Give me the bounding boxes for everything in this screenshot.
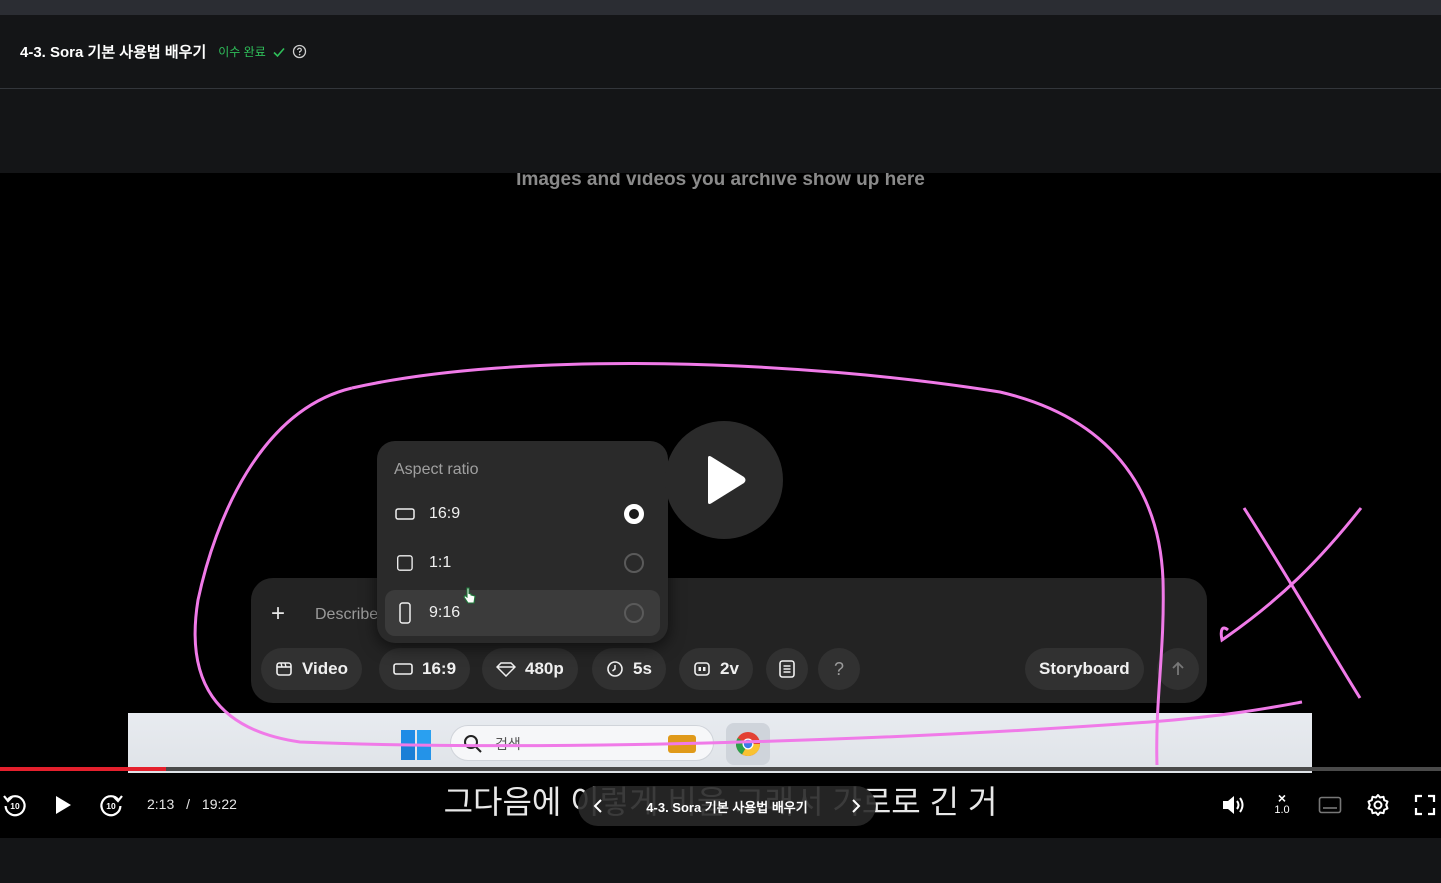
check-icon — [272, 45, 286, 59]
storyboard-button[interactable]: Storyboard — [1025, 648, 1144, 690]
portrait-icon — [399, 602, 411, 624]
briefcase-icon — [668, 735, 696, 753]
option-label: 9:16 — [429, 604, 461, 621]
player-controls-bar — [0, 838, 1441, 883]
rewind-10-button[interactable]: 10 — [2, 792, 28, 818]
option-label: 1:1 — [429, 554, 452, 571]
duration-button[interactable]: 5s — [592, 648, 666, 690]
video-frame[interactable]: Images and videos you archive show up he… — [0, 173, 1441, 838]
search-icon — [464, 735, 482, 753]
variations-label: 2v — [720, 659, 739, 678]
help-button[interactable]: ? — [818, 648, 860, 690]
submit-button[interactable] — [1157, 648, 1199, 690]
option-label: 16:9 — [429, 505, 461, 522]
speed-button[interactable]: × 1.0 — [1270, 790, 1294, 816]
rewind-label: 10 — [10, 801, 20, 811]
time-separator: / — [186, 796, 191, 812]
settings-button[interactable] — [1366, 793, 1390, 817]
radio-selected[interactable] — [624, 504, 644, 524]
help-circle-icon[interactable] — [292, 44, 307, 59]
time-readout: 2:13 / 19:22 — [147, 796, 237, 812]
forward-label: 10 — [106, 801, 116, 811]
arrow-up-icon — [1172, 661, 1184, 675]
fullscreen-button[interactable] — [1414, 794, 1436, 816]
plus-icon[interactable]: + — [271, 600, 285, 628]
play-button[interactable] — [52, 794, 74, 816]
lesson-title: 4-3. Sora 기본 사용법 배우기 — [20, 44, 207, 61]
speed-mark: × — [1277, 790, 1287, 806]
volume-button[interactable] — [1221, 793, 1247, 817]
volume-icon — [1223, 796, 1244, 814]
speed-value: 1.0 — [1274, 804, 1290, 816]
prompt-input[interactable]: Describe — [315, 606, 378, 624]
windows-taskbar: 검색 — [128, 713, 1312, 773]
subtitles-icon — [1318, 796, 1342, 814]
subtitles-button[interactable] — [1318, 795, 1342, 815]
duration-label: 5s — [633, 659, 652, 678]
chevron-right-icon[interactable] — [850, 798, 862, 814]
clock-icon — [607, 661, 623, 677]
spacer-band — [0, 90, 1441, 173]
video-type-label: Video — [302, 659, 348, 678]
fullscreen-icon — [1414, 794, 1436, 816]
aspect-ratio-label: 16:9 — [422, 659, 457, 678]
radio-unselected[interactable] — [624, 603, 644, 623]
playlist-nav-pill: 4-3. Sora 기본 사용법 배우기 — [578, 786, 876, 826]
square-icon — [397, 555, 413, 571]
variations-button[interactable]: 2v — [679, 648, 753, 690]
progress-fill — [0, 767, 166, 771]
chrome-app-icon[interactable] — [726, 723, 770, 765]
popup-title: Aspect ratio — [394, 461, 479, 478]
forward-10-button[interactable]: 10 — [98, 792, 124, 818]
radio-unselected[interactable] — [624, 553, 644, 573]
aspect-option-1-1[interactable]: 1:1 — [385, 540, 660, 586]
storyboard-label: Storyboard — [1039, 659, 1130, 678]
lesson-header: 4-3. Sora 기본 사용법 배우기 이수 완료 — [0, 15, 1441, 89]
resolution-button[interactable]: 480p — [482, 648, 578, 690]
video-icon — [276, 662, 292, 676]
gear-icon — [1367, 794, 1389, 816]
diamond-icon — [496, 662, 516, 677]
preset-button[interactable] — [766, 648, 808, 690]
aspect-option-9-16[interactable]: 9:16 — [385, 590, 660, 636]
landscape-icon — [395, 508, 415, 520]
taskbar-search-text: 검색 — [495, 736, 521, 752]
progress-bar[interactable] — [0, 767, 1441, 771]
hand-cursor-icon — [463, 587, 476, 604]
play-overlay-button[interactable] — [665, 421, 783, 539]
total-duration: 19:22 — [201, 796, 237, 812]
current-time: 2:13 — [147, 796, 175, 812]
aspect-option-16-9[interactable]: 16:9 — [385, 491, 660, 537]
forward-icon: 10 — [100, 795, 123, 817]
play-icon — [56, 796, 71, 814]
windows-logo-icon — [401, 730, 431, 760]
top-strip — [0, 0, 1441, 15]
resolution-label: 480p — [525, 659, 564, 678]
chevron-left-icon[interactable] — [592, 798, 604, 814]
variations-icon — [694, 662, 710, 676]
video-type-button[interactable]: Video — [261, 648, 362, 690]
aspect-ratio-popup: Aspect ratio 16:9 1:1 9:16 — [377, 441, 668, 643]
play-icon — [708, 456, 746, 504]
help-label: ? — [833, 658, 844, 679]
document-icon — [779, 660, 795, 678]
completion-status: 이수 완료 — [218, 45, 266, 59]
archive-empty-text: Images and videos you archive show up he… — [516, 173, 925, 190]
landscape-icon — [393, 663, 413, 675]
playlist-title: 4-3. Sora 기본 사용법 배우기 — [646, 799, 808, 815]
aspect-ratio-button[interactable]: 16:9 — [379, 648, 471, 690]
rewind-icon: 10 — [3, 795, 26, 817]
